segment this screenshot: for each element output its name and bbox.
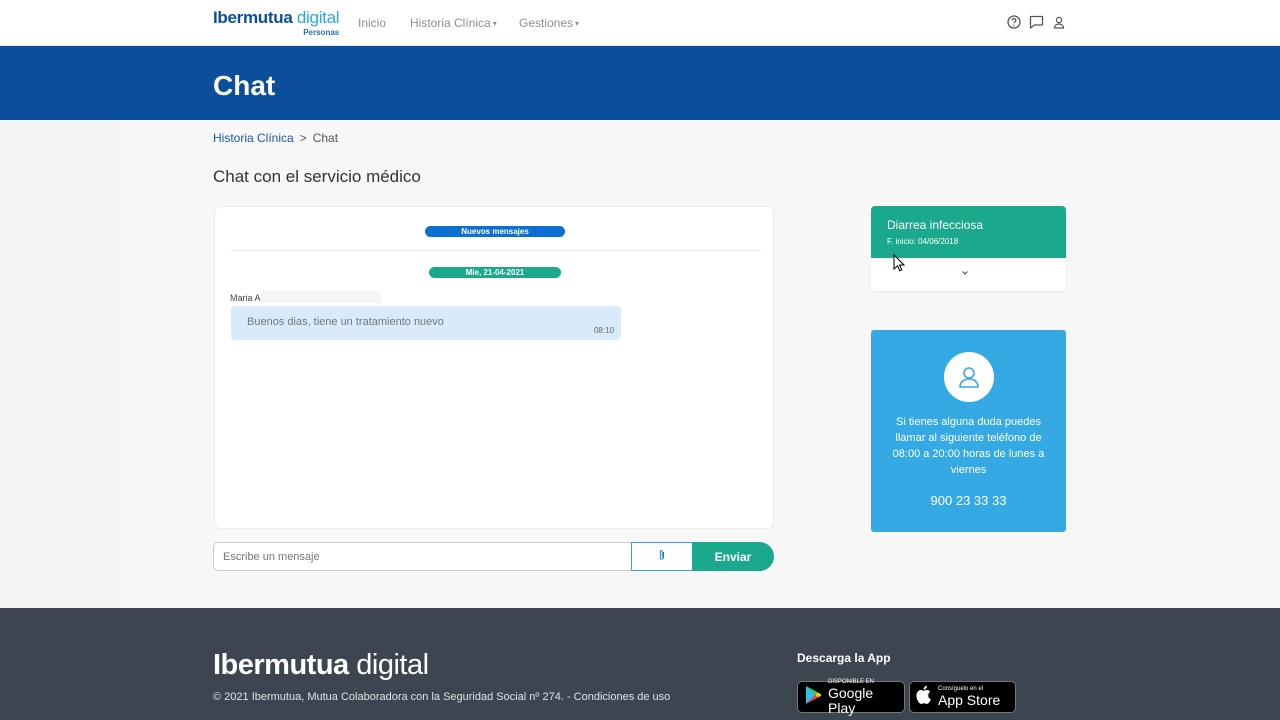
- episode-start-date: F. inicio: 04/06/2018: [887, 237, 959, 246]
- help-circle-icon[interactable]: [1005, 13, 1023, 31]
- date-badge: Mie, 21-04-2021: [429, 267, 561, 278]
- chat-bubble-icon[interactable]: [1027, 13, 1045, 31]
- page-title: Chat con el servicio médico: [213, 167, 421, 186]
- banner-title: Chat: [213, 70, 276, 101]
- chat-divider: [231, 250, 761, 251]
- caret-down-icon: ▾: [575, 18, 580, 28]
- message-text: Buenos dias, tiene un tratamiento nuevo: [247, 316, 444, 328]
- episode-header: Diarrea infecciosa F. inicio: 04/06/2018: [871, 206, 1066, 258]
- breadcrumb-separator: >: [299, 131, 307, 145]
- attach-button[interactable]: [631, 542, 693, 571]
- episode-title: Diarrea infecciosa: [887, 218, 984, 232]
- download-app-label: Descarga la App: [797, 651, 891, 665]
- message-bubble: Buenos dias, tiene un tratamiento nuevo …: [231, 306, 621, 340]
- breadcrumb-historia-clinica[interactable]: Historia Clínica: [213, 131, 294, 145]
- apple-icon: [916, 685, 932, 709]
- breadcrumb-current: Chat: [312, 131, 339, 145]
- message-time: 08:10: [593, 326, 614, 335]
- google-play-badge[interactable]: DISPONIBLE EN Google Play: [797, 679, 905, 715]
- user-icon: [944, 352, 994, 402]
- logo-subtitle: Personas: [303, 28, 340, 37]
- nav-historia-clinica[interactable]: Historia Clínica ▾: [410, 16, 497, 30]
- page-banner: Chat: [0, 46, 1280, 120]
- sender-redaction: [261, 291, 381, 303]
- footer-logo: Ibermutua digital: [213, 649, 429, 681]
- caret-down-icon: ▾: [492, 18, 497, 28]
- contact-phone[interactable]: 900 23 33 33: [871, 493, 1066, 508]
- new-messages-badge: Nuevos mensajes: [425, 226, 565, 237]
- app-store-badge[interactable]: Consíguelo en el App Store: [909, 681, 1016, 713]
- nav-gestiones[interactable]: Gestiones ▾: [519, 16, 579, 30]
- footer-copyright[interactable]: © 2021 Ibermutua, Mutua Colaboradora con…: [213, 691, 670, 703]
- mouse-cursor-icon: [893, 253, 906, 277]
- contact-info-text: Si tienes alguna duda puedes llamar al s…: [892, 416, 1045, 476]
- send-button[interactable]: Enviar: [692, 542, 774, 571]
- chevron-down-icon[interactable]: [961, 268, 969, 278]
- breadcrumb: Historia Clínica > Chat: [213, 131, 338, 145]
- user-icon[interactable]: [1050, 13, 1068, 31]
- message-sender: Maria A: [230, 293, 261, 303]
- top-navbar: Ibermutua digital Personas Inicio Histor…: [0, 0, 1280, 46]
- footer: Ibermutua digital © 2021 Ibermutua, Mutu…: [0, 608, 1280, 720]
- google-play-icon: [804, 685, 822, 710]
- message-input[interactable]: [213, 542, 632, 571]
- brand-logo[interactable]: Ibermutua digital Personas: [213, 8, 340, 37]
- contact-info-card: Si tienes alguna duda puedes llamar al s…: [871, 330, 1066, 532]
- nav-inicio[interactable]: Inicio: [358, 16, 386, 30]
- paperclip-icon: [658, 549, 666, 564]
- episode-card[interactable]: Diarrea infecciosa F. inicio: 04/06/2018: [871, 206, 1066, 291]
- chat-panel[interactable]: Nuevos mensajes Mie, 21-04-2021 Maria A …: [214, 206, 774, 529]
